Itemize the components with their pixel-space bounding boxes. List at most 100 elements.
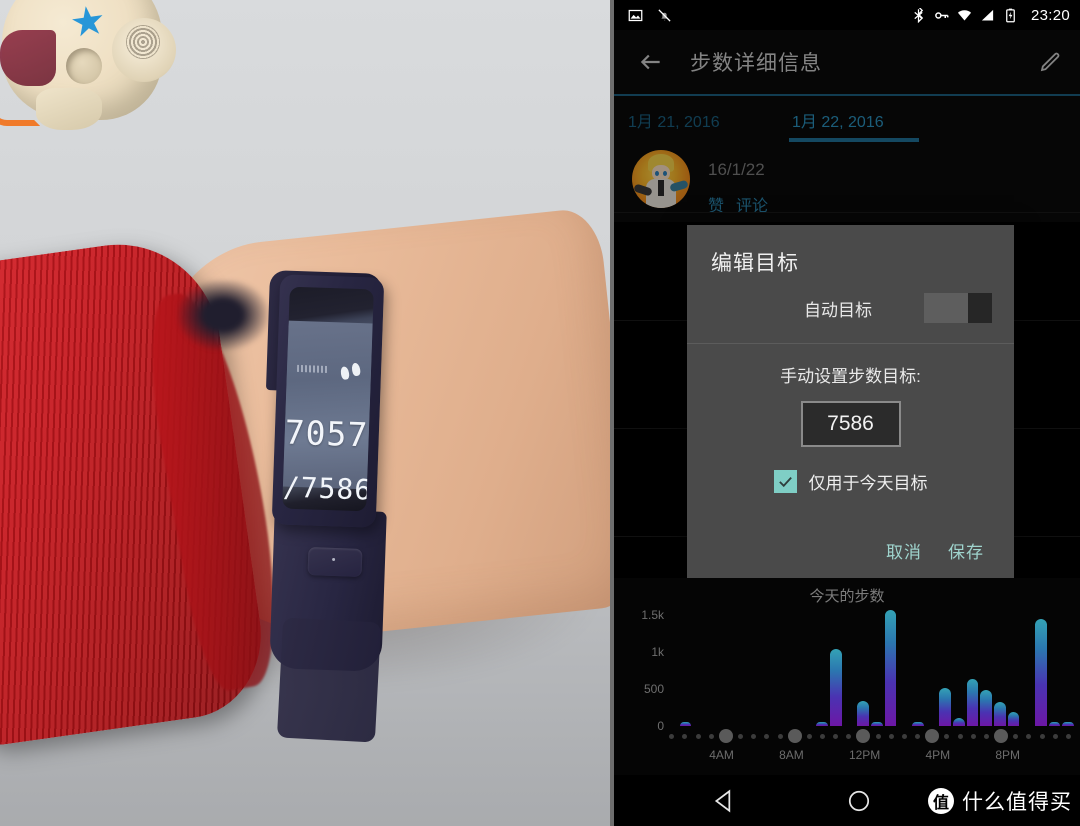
chart-x-tick — [981, 733, 992, 739]
chart-bar — [1035, 619, 1047, 726]
chart-x-tick — [925, 729, 940, 743]
manual-goal-label: 手动设置步数目标: — [780, 367, 921, 386]
chart-x-tick — [706, 733, 717, 739]
chart-bar — [1021, 725, 1033, 726]
chart-plot-area: 0 500 1k 1.5k 4AM 8AM 12PM 4PM 8PM — [614, 608, 1080, 762]
chart-x-tick — [872, 733, 883, 739]
chart-bar — [830, 648, 842, 726]
chart-bar — [898, 725, 910, 726]
goal-input-wrap: 7586 — [687, 401, 1014, 447]
chart-x-tick-label — [827, 748, 836, 766]
chart-x-tick-label — [963, 748, 972, 766]
chart-x-tick — [912, 733, 923, 739]
chart-x-tick-label — [677, 748, 686, 766]
chart-x-tick-label — [666, 748, 675, 766]
status-bar-notifications — [628, 8, 672, 23]
vpn-key-icon — [935, 11, 949, 19]
toy-figure — [0, 0, 190, 145]
chart-x-tick-label: 8PM — [995, 748, 1021, 762]
chart-bar — [953, 717, 965, 726]
chart-x-tick — [899, 733, 910, 739]
dialog-title: 编辑目标 — [711, 252, 799, 275]
chart-bar — [1062, 722, 1075, 726]
chart-x-tick-label: 12PM — [848, 748, 881, 762]
chart-bar — [939, 687, 952, 726]
chart-x-tick — [994, 729, 1009, 743]
chart-x-tick-label: 4PM — [925, 748, 951, 762]
goal-input[interactable]: 7586 — [800, 401, 901, 447]
auto-goal-label: 自动目标 — [804, 300, 872, 320]
chart-x-tick-label — [974, 748, 983, 766]
chart-y-tick-label: 500 — [643, 682, 664, 697]
chart-x-tick — [856, 729, 871, 743]
chart-x-tick-label — [893, 748, 902, 766]
steps-chart: 今天的步数 0 500 1k 1.5k 4AM 8AM 12PM 4PM 8PM — [614, 578, 1080, 775]
screenshot-root: 7057 /7586 23:20 步数详细信息 1月 21, 2016 1月 2… — [0, 0, 1080, 826]
band-strap-lower — [276, 617, 382, 743]
chart-x-tick-label — [768, 748, 777, 766]
chart-x-tick — [817, 733, 828, 739]
band-step-goal: /7586 — [282, 470, 373, 507]
chart-x-tick-label — [1054, 748, 1063, 766]
chart-bar — [1048, 722, 1061, 726]
chart-x-tick — [787, 729, 802, 743]
chart-bar — [966, 678, 979, 726]
cancel-button[interactable]: 取消 — [886, 538, 922, 563]
today-only-checkbox[interactable] — [773, 470, 797, 493]
chart-bars — [666, 608, 1075, 726]
today-only-row[interactable]: 仅用于今天目标 — [687, 447, 1014, 494]
chart-bar — [721, 725, 733, 726]
chart-x-tick — [735, 733, 746, 739]
auto-goal-toggle[interactable] — [924, 293, 992, 323]
chart-x-tick-label — [1022, 748, 1031, 766]
chart-x-ticks — [666, 728, 1074, 744]
chart-x-tick-label — [985, 748, 994, 766]
chart-bar — [789, 725, 801, 726]
band-shadow — [178, 280, 268, 350]
chart-x-tick-label — [882, 748, 891, 766]
save-button[interactable]: 保存 — [948, 538, 984, 563]
band-hardware-button[interactable] — [307, 547, 363, 577]
image-icon — [628, 9, 643, 21]
band-screen: 7057 /7586 — [282, 320, 373, 512]
toy-disc-pattern — [126, 25, 160, 59]
chart-y-tick-label: 1k — [651, 645, 664, 660]
watermark: 值 什么值得买 — [928, 786, 1072, 816]
chart-bar — [1007, 712, 1020, 726]
chart-x-tick — [830, 733, 841, 739]
band-status-text — [296, 364, 328, 373]
chart-title: 今天的步数 — [809, 588, 885, 605]
chart-bar — [666, 725, 678, 726]
nav-back-triangle-icon[interactable] — [712, 788, 738, 814]
chart-x-tick — [761, 733, 772, 739]
status-bar-clock: 23:20 — [1030, 6, 1070, 24]
chart-bar — [734, 725, 746, 726]
bluetooth-icon — [914, 7, 924, 23]
edit-goal-dialog: 编辑目标 自动目标 手动设置步数目标: 7586 仅用于今天目标 取消 保存 — [687, 225, 1014, 585]
nav-home-circle-icon[interactable] — [846, 788, 872, 814]
chart-x-tick — [1036, 733, 1047, 739]
chart-x-tick-label — [747, 748, 756, 766]
toy-foot — [36, 88, 102, 130]
chart-x-axis: 4AM 8AM 12PM 4PM 8PM — [666, 748, 1074, 766]
chart-x-tick-label — [757, 748, 766, 766]
chart-y-tick-label: 1.5k — [641, 608, 664, 623]
chart-x-tick — [886, 733, 897, 739]
chart-x-tick-label — [1033, 748, 1042, 766]
phone-screenshot: 23:20 步数详细信息 1月 21, 2016 1月 22, 2016 16/… — [610, 0, 1080, 826]
signal-icon — [981, 9, 994, 20]
chart-x-tick — [679, 733, 690, 739]
chart-bar — [693, 725, 705, 726]
chart-bar — [762, 725, 774, 726]
chart-bar — [775, 725, 787, 726]
chart-x-tick — [954, 733, 965, 739]
chart-bar — [707, 725, 719, 726]
status-bar: 23:20 — [614, 0, 1080, 30]
chart-bar — [980, 689, 993, 726]
chart-bar — [844, 725, 856, 726]
chart-x-tick — [1050, 733, 1061, 739]
chart-x-tick — [1023, 733, 1034, 739]
chart-bar — [884, 610, 897, 726]
status-bar-system-icons: 23:20 — [911, 7, 1070, 24]
chart-x-tick-label — [915, 748, 924, 766]
